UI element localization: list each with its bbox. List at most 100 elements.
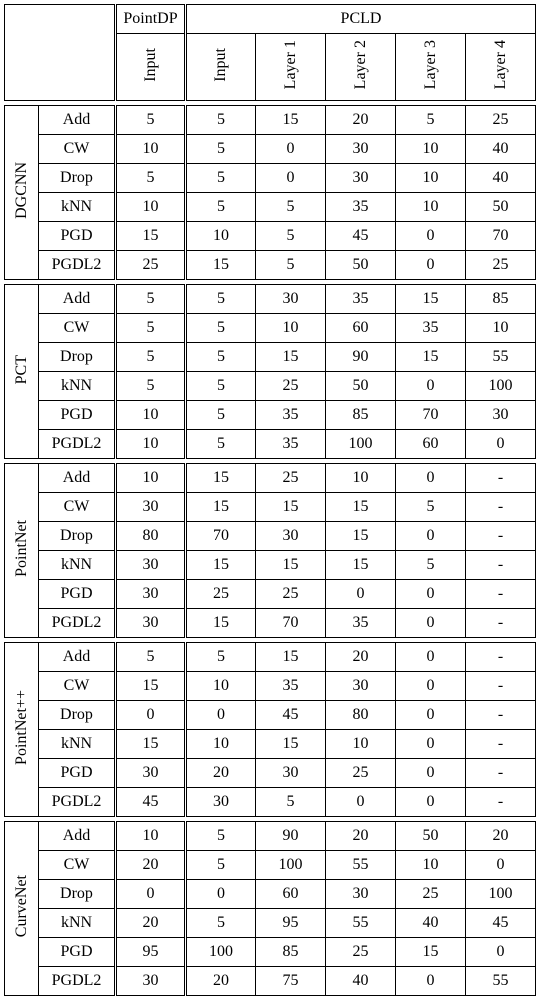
- col-pcld-3-label: Layer 3: [422, 36, 440, 93]
- cell-pcld: 0: [396, 609, 466, 638]
- cell-pointdp: 5: [116, 314, 186, 343]
- cell-pcld: 10: [396, 135, 466, 164]
- group-label-text: PointNet: [13, 516, 31, 581]
- cell-pointdp: 30: [116, 609, 186, 638]
- cell-pcld: 40: [466, 135, 536, 164]
- cell-pointdp: 10: [116, 193, 186, 222]
- cell-pcld: 10: [396, 851, 466, 880]
- cell-pcld: -: [466, 493, 536, 522]
- results-table: PointDPPCLDInputInputLayer 1Layer 2Layer…: [4, 4, 536, 996]
- cell-pcld: 5: [186, 851, 256, 880]
- cell-pcld: 15: [396, 343, 466, 372]
- cell-pointdp: 30: [116, 759, 186, 788]
- attack-label: Drop: [39, 164, 116, 193]
- attack-label: PGD: [39, 938, 116, 967]
- cell-pcld: 85: [466, 285, 536, 314]
- cell-pcld: 0: [326, 788, 396, 817]
- cell-pcld: 35: [326, 609, 396, 638]
- attack-label: kNN: [39, 193, 116, 222]
- cell-pcld: 0: [256, 135, 326, 164]
- cell-pcld: 5: [186, 106, 256, 135]
- cell-pointdp: 30: [116, 551, 186, 580]
- cell-pcld: 30: [256, 522, 326, 551]
- attack-label: CW: [39, 135, 116, 164]
- cell-pcld: 5: [186, 822, 256, 851]
- cell-pointdp: 30: [116, 580, 186, 609]
- cell-pcld: 20: [326, 822, 396, 851]
- attack-label: PGDL2: [39, 251, 116, 280]
- cell-pointdp: 15: [116, 672, 186, 701]
- cell-pcld: 5: [186, 430, 256, 459]
- group-label: CurveNet: [5, 822, 39, 996]
- cell-pcld: 5: [186, 135, 256, 164]
- group-label-text: DGCNN: [13, 158, 31, 223]
- cell-pcld: 60: [396, 430, 466, 459]
- col-pcld-0: Input: [186, 34, 256, 101]
- attack-label: kNN: [39, 730, 116, 759]
- cell-pointdp: 10: [116, 430, 186, 459]
- cell-pcld: 55: [466, 343, 536, 372]
- attack-label: PGD: [39, 580, 116, 609]
- col-pointdp-input-label: Input: [142, 44, 160, 86]
- attack-label: PGD: [39, 222, 116, 251]
- cell-pcld: 50: [466, 193, 536, 222]
- cell-pcld: 10: [186, 222, 256, 251]
- cell-pcld: 45: [326, 222, 396, 251]
- cell-pcld: 5: [186, 343, 256, 372]
- cell-pcld: 0: [396, 967, 466, 996]
- cell-pcld: 15: [396, 285, 466, 314]
- cell-pcld: 100: [466, 372, 536, 401]
- cell-pcld: 0: [396, 464, 466, 493]
- cell-pcld: 50: [326, 372, 396, 401]
- attack-label: kNN: [39, 909, 116, 938]
- cell-pcld: 10: [326, 464, 396, 493]
- attack-label: Drop: [39, 701, 116, 730]
- attack-label: CW: [39, 314, 116, 343]
- cell-pcld: 10: [396, 164, 466, 193]
- cell-pcld: 25: [256, 580, 326, 609]
- cell-pointdp: 25: [116, 251, 186, 280]
- cell-pcld: 100: [466, 880, 536, 909]
- cell-pcld: 5: [256, 193, 326, 222]
- attack-label: Add: [39, 643, 116, 672]
- cell-pointdp: 5: [116, 343, 186, 372]
- cell-pcld: 0: [256, 164, 326, 193]
- cell-pointdp: 0: [116, 701, 186, 730]
- col-pcld-2: Layer 2: [326, 34, 396, 101]
- cell-pcld: 0: [466, 851, 536, 880]
- cell-pcld: 90: [326, 343, 396, 372]
- col-pcld-4-label: Layer 4: [492, 36, 510, 93]
- cell-pcld: 5: [256, 251, 326, 280]
- cell-pcld: 15: [256, 643, 326, 672]
- cell-pcld: 95: [256, 909, 326, 938]
- cell-pcld: 10: [326, 730, 396, 759]
- cell-pcld: 85: [326, 401, 396, 430]
- attack-label: Add: [39, 106, 116, 135]
- cell-pcld: 5: [186, 314, 256, 343]
- cell-pointdp: 10: [116, 135, 186, 164]
- cell-pcld: 25: [396, 880, 466, 909]
- cell-pcld: 15: [326, 493, 396, 522]
- cell-pcld: 5: [186, 164, 256, 193]
- cell-pcld: 15: [186, 551, 256, 580]
- col-pcld-0-label: Input: [212, 44, 230, 86]
- group-label-text: CurveNet: [13, 871, 31, 941]
- cell-pcld: 0: [396, 672, 466, 701]
- cell-pcld: 5: [186, 909, 256, 938]
- cell-pointdp: 10: [116, 822, 186, 851]
- group-label-text: PointNet++: [13, 686, 31, 769]
- cell-pcld: 35: [256, 401, 326, 430]
- cell-pcld: 15: [256, 730, 326, 759]
- cell-pcld: -: [466, 672, 536, 701]
- attack-label: PGDL2: [39, 967, 116, 996]
- cell-pcld: 10: [256, 314, 326, 343]
- attack-label: CW: [39, 493, 116, 522]
- cell-pcld: 25: [466, 106, 536, 135]
- cell-pointdp: 5: [116, 372, 186, 401]
- cell-pcld: 0: [466, 430, 536, 459]
- cell-pcld: 100: [326, 430, 396, 459]
- cell-pcld: 60: [256, 880, 326, 909]
- cell-pcld: 5: [186, 372, 256, 401]
- cell-pcld: 20: [186, 759, 256, 788]
- cell-pcld: 25: [326, 759, 396, 788]
